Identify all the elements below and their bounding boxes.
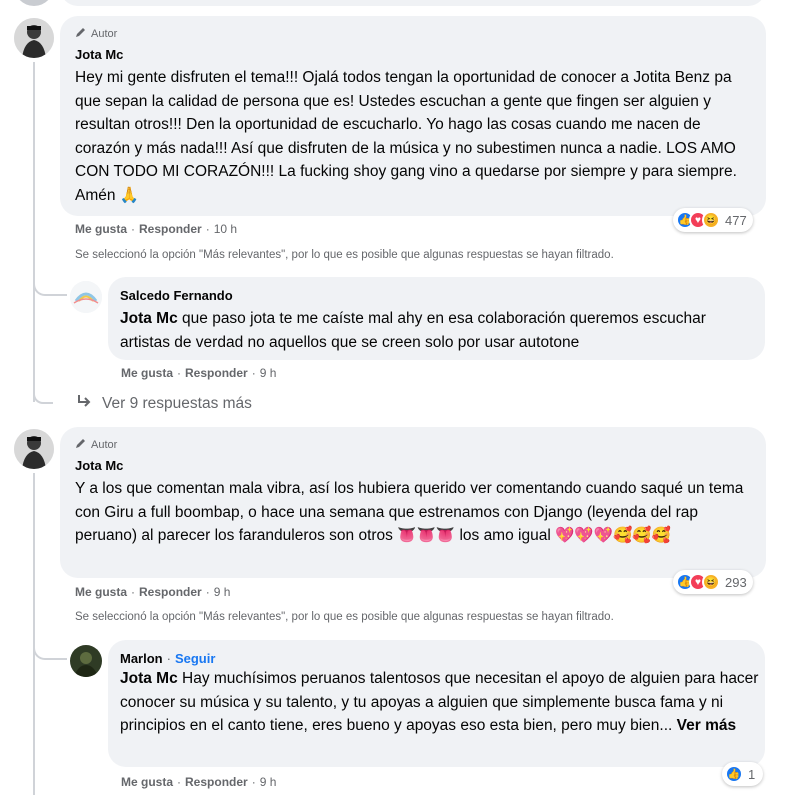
separator: ·	[251, 366, 256, 380]
comment-author-name[interactable]: Jota Mc	[75, 47, 123, 62]
reply-text: Jota Mc que paso jota te me caíste mal a…	[120, 307, 760, 354]
avatar[interactable]	[14, 18, 54, 58]
separator: ·	[251, 775, 256, 789]
thread-line	[33, 473, 35, 795]
like-reaction-icon: 👍	[725, 765, 743, 783]
separator: ·	[131, 222, 136, 236]
pencil-icon	[75, 26, 87, 41]
like-button[interactable]: Me gusta	[75, 222, 127, 236]
reaction-count: 1	[748, 766, 756, 782]
separator: ·	[177, 775, 182, 789]
timestamp[interactable]: 9 h	[214, 585, 231, 599]
comment-actions: Me gusta · Responder · 9 h	[75, 585, 230, 599]
follow-button[interactable]: Seguir	[175, 651, 215, 666]
reply-button[interactable]: Responder	[139, 222, 202, 236]
author-tag-label: Autor	[91, 438, 118, 451]
separator: ·	[131, 585, 136, 599]
reply-text: Jota Mc Hay muchísimos peruanos talentos…	[120, 667, 760, 738]
comment-text: Y a los que comentan mala vibra, así los…	[75, 480, 744, 544]
like-button[interactable]: Me gusta	[121, 366, 173, 380]
haha-reaction-icon: 😆	[702, 573, 720, 591]
avatar[interactable]	[70, 281, 102, 313]
reply-connector	[33, 640, 67, 660]
reaction-count: 293	[725, 574, 747, 590]
avatar[interactable]	[70, 645, 102, 677]
like-button[interactable]: Me gusta	[75, 585, 127, 599]
separator: ·	[205, 585, 210, 599]
author-tag-label: Autor	[91, 27, 118, 40]
view-more-replies-label: Ver 9 respuestas más	[102, 394, 252, 412]
haha-reaction-icon: 😆	[702, 211, 720, 229]
mention-link[interactable]: Jota Mc	[120, 310, 178, 327]
previous-comment-bubble-fragment	[60, 0, 766, 6]
reply-body: Hay muchísimos peruanos talentosos que n…	[120, 670, 759, 734]
reaction-summary[interactable]: 👍 1	[722, 762, 764, 786]
comment-bubble: Autor Jota Mc Hey mi gente disfruten el …	[60, 16, 766, 216]
author-tag: Autor	[75, 437, 117, 452]
reply-button[interactable]: Responder	[185, 775, 248, 789]
separator: ·	[205, 222, 210, 236]
reaction-count: 477	[725, 212, 747, 228]
reply-bubble: Marlon · Seguir Jota Mc Hay muchísimos p…	[108, 640, 765, 767]
reply-author-name[interactable]: Marlon	[120, 651, 163, 666]
see-more-link[interactable]: Ver más	[677, 717, 736, 734]
author-tag: Autor	[75, 26, 117, 41]
timestamp[interactable]: 9 h	[260, 366, 277, 380]
timestamp[interactable]: 10 h	[214, 222, 237, 236]
like-button[interactable]: Me gusta	[121, 775, 173, 789]
comment-bubble: Autor Jota Mc Y a los que comentan mala …	[60, 427, 766, 578]
comment-text: Hey mi gente disfruten el tema!!! Ojalá …	[75, 69, 737, 204]
reply-body: que paso jota te me caíste mal ahy en es…	[120, 310, 706, 351]
reply-connector	[33, 276, 67, 296]
filter-note: Se seleccionó la opción "Más relevantes"…	[75, 249, 614, 261]
reply-bubble: Salcedo Fernando Jota Mc que paso jota t…	[108, 277, 765, 360]
reply-button[interactable]: Responder	[185, 366, 248, 380]
comment-actions: Me gusta · Responder · 10 h	[75, 222, 237, 236]
reaction-summary[interactable]: 👍 ♥ 😆 477	[673, 208, 753, 232]
comment-author-name[interactable]: Jota Mc	[75, 458, 123, 473]
reply-connector	[33, 392, 53, 404]
timestamp[interactable]: 9 h	[260, 775, 277, 789]
separator: ·	[177, 366, 182, 380]
pencil-icon	[75, 437, 87, 452]
reply-actions: Me gusta · Responder · 9 h	[121, 775, 276, 789]
view-more-replies-link[interactable]: Ver 9 respuestas más	[76, 393, 252, 414]
reply-actions: Me gusta · Responder · 9 h	[121, 366, 276, 380]
reply-author-header: Marlon · Seguir	[120, 651, 215, 666]
filter-note: Se seleccionó la opción "Más relevantes"…	[75, 611, 614, 623]
reply-button[interactable]: Responder	[139, 585, 202, 599]
reply-author-name[interactable]: Salcedo Fernando	[120, 288, 233, 303]
previous-avatar-fragment	[14, 0, 54, 6]
reply-arrow-icon	[76, 393, 92, 414]
mention-link[interactable]: Jota Mc	[120, 670, 178, 687]
separator: ·	[166, 651, 171, 666]
avatar[interactable]	[14, 429, 54, 469]
thread-line	[33, 62, 35, 402]
reaction-summary[interactable]: 👍 ♥ 😆 293	[673, 570, 753, 594]
